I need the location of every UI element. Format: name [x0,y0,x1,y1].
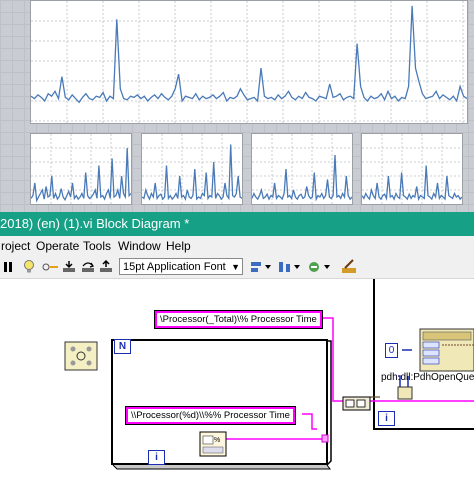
probe-icon [42,263,58,271]
small-chart-1 [30,133,132,205]
dll-reference-icon [397,386,413,400]
broom-icon [342,259,356,273]
step-into-icon [63,261,75,272]
dll-call-label: pdh.dll:PdhOpenQue [381,372,474,383]
toolbar: 15pt Application Font ▼ [0,256,474,279]
block-diagram: % \Processor(_Total)\% Processor Time \\… [0,279,474,484]
loop-iteration-terminal: i [148,450,165,465]
step-out-button[interactable] [98,259,114,275]
plot-series-line [30,147,132,203]
window-title-bar[interactable]: 2018) (en) (1).vi Block Diagram * [0,212,474,236]
format-string-node[interactable]: % [199,431,227,457]
window-title: 2018) (en) (1).vi Block Diagram * [0,216,190,231]
small-chart-4 [361,133,463,205]
menu-project[interactable]: roject [0,236,33,256]
step-out-icon [100,260,112,272]
step-over-icon [82,262,95,272]
small-chart-plot-1 [30,134,132,204]
call-library-node[interactable] [419,328,474,372]
menu-operate[interactable]: Operate [33,236,82,256]
distribute-icon [279,262,300,272]
small-chart-2 [141,133,243,205]
menu-window[interactable]: Window [115,236,164,256]
main-chart-plot [30,1,468,123]
small-chart-plot-4 [361,134,463,204]
loop-count-terminal[interactable]: N [114,339,131,354]
small-chart-plot-3 [251,134,353,204]
ring-constant[interactable] [64,341,98,371]
plot-series-line [141,144,243,201]
pause-icon [4,262,12,272]
font-select[interactable]: 15pt Application Font ▼ [119,258,243,275]
clean-up-diagram-button[interactable] [340,259,360,275]
loop2-iteration-terminal: i [378,411,395,426]
loop-tunnel [321,434,329,443]
menu-tools[interactable]: Tools [80,236,114,256]
reorder-button[interactable] [307,259,333,275]
step-over-button[interactable] [80,259,96,275]
chevron-down-icon: ▼ [231,262,240,272]
step-into-button[interactable] [61,259,77,275]
svg-text:%: % [214,437,220,444]
align-icon [251,262,271,272]
small-chart-3 [251,133,353,205]
reorder-icon [309,262,330,272]
build-array-node[interactable] [342,396,371,411]
font-select-value: 15pt Application Font [123,261,226,273]
pause-button[interactable] [2,259,14,275]
plot-series-line [30,5,468,104]
menu-bar: roject Operate Tools Window Help [0,236,474,256]
highlight-execution-button[interactable] [21,259,37,275]
string-constant-total[interactable]: \Processor(_Total)\% Processor Time [154,310,323,329]
front-panel [0,0,474,212]
lightbulb-icon [24,260,34,273]
numeric-constant[interactable]: 0 [385,343,398,358]
string-constant-format[interactable]: \\Processor(%d)\\%% Processor Time [125,406,296,425]
align-objects-button[interactable] [249,259,273,275]
menu-help[interactable]: Help [163,236,194,256]
retain-wire-values-button[interactable] [41,259,59,275]
distribute-objects-button[interactable] [277,259,303,275]
small-chart-plot-2 [141,134,243,204]
plot-series-line [361,165,463,202]
main-chart [30,0,468,124]
